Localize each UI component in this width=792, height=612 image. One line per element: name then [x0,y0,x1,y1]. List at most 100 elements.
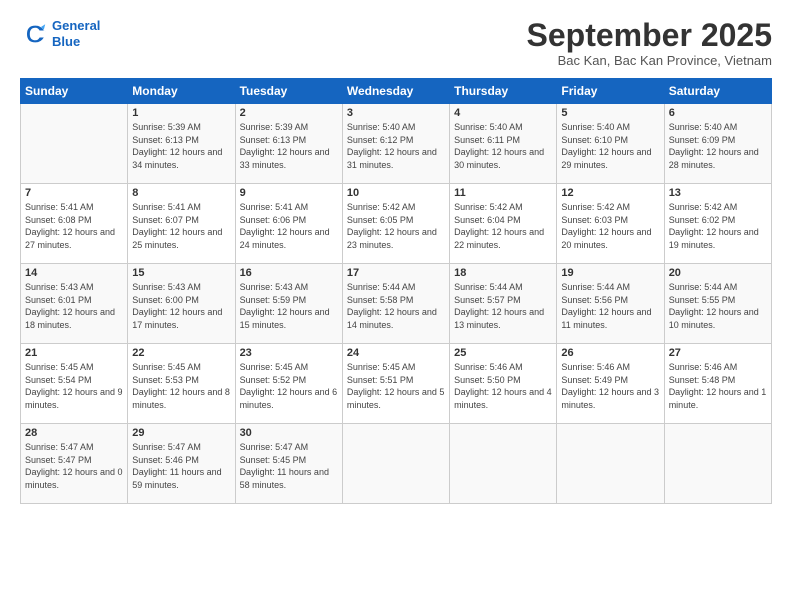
day-cell: 20Sunrise: 5:44 AM Sunset: 5:55 PM Dayli… [664,264,771,344]
col-monday: Monday [128,79,235,104]
day-cell: 6Sunrise: 5:40 AM Sunset: 6:09 PM Daylig… [664,104,771,184]
location: Bac Kan, Bac Kan Province, Vietnam [527,53,772,68]
day-number: 6 [669,107,767,119]
day-cell: 8 Sunrise: 5:41 AM Sunset: 6:07 PM Daylig… [128,184,235,264]
day-info: Sunrise: 5:39 AM Sunset: 6:13 PM Dayligh… [132,121,230,171]
day-number: 12 [561,187,659,199]
header-row: Sunday Monday Tuesday Wednesday Thursday… [21,79,772,104]
day-info: Sunrise: 5:41 AM Sunset: 6:08 PM Dayligh… [25,201,123,251]
title-block: September 2025 Bac Kan, Bac Kan Province… [527,18,772,68]
day-info: Sunrise: 5:45 AM Sunset: 5:51 PM Dayligh… [347,361,445,411]
day-info: Sunrise: 5:39 AM Sunset: 6:13 PM Dayligh… [240,121,338,171]
day-cell: 15 Sunrise: 5:43 AM Sunset: 6:00 PM Dayli… [128,264,235,344]
day-info: Sunrise: 5:42 AM Sunset: 6:05 PM Dayligh… [347,201,445,251]
day-info: Sunrise: 5:42 AM Sunset: 6:04 PM Dayligh… [454,201,552,251]
day-number: 3 [347,107,445,119]
day-info: Sunrise: 5:40 AM Sunset: 6:10 PM Dayligh… [561,121,659,171]
day-info: Sunrise: 5:45 AM Sunset: 5:54 PM Dayligh… [25,361,123,411]
day-cell: 7 Sunrise: 5:41 AM Sunset: 6:08 PM Daylig… [21,184,128,264]
day-info: Sunrise: 5:40 AM Sunset: 6:12 PM Dayligh… [347,121,445,171]
calendar-page: General Blue September 2025 Bac Kan, Bac… [0,0,792,612]
day-number: 22 [132,347,230,359]
day-number: 5 [561,107,659,119]
day-number: 10 [347,187,445,199]
day-number: 25 [454,347,552,359]
col-friday: Friday [557,79,664,104]
week-row-3: 14Sunrise: 5:43 AM Sunset: 6:01 PM Dayli… [21,264,772,344]
day-cell: 24 Sunrise: 5:45 AM Sunset: 5:51 PM Dayli… [342,344,449,424]
day-info: Sunrise: 5:46 AM Sunset: 5:49 PM Dayligh… [561,361,659,411]
day-info: Sunrise: 5:44 AM Sunset: 5:56 PM Dayligh… [561,281,659,331]
day-cell: 3 Sunrise: 5:40 AM Sunset: 6:12 PM Daylig… [342,104,449,184]
day-number: 24 [347,347,445,359]
day-number: 4 [454,107,552,119]
day-cell: 18 Sunrise: 5:44 AM Sunset: 5:57 PM Dayli… [450,264,557,344]
day-number: 2 [240,107,338,119]
day-number: 18 [454,267,552,279]
day-info: Sunrise: 5:44 AM Sunset: 5:55 PM Dayligh… [669,281,767,331]
day-cell [450,424,557,504]
day-info: Sunrise: 5:47 AM Sunset: 5:46 PM Dayligh… [132,441,230,491]
day-cell: 1 Sunrise: 5:39 AM Sunset: 6:13 PM Daylig… [128,104,235,184]
logo-text: General Blue [52,18,100,49]
day-info: Sunrise: 5:43 AM Sunset: 6:00 PM Dayligh… [132,281,230,331]
day-number: 21 [25,347,123,359]
week-row-4: 21 Sunrise: 5:45 AM Sunset: 5:54 PM Dayli… [21,344,772,424]
day-cell: 10 Sunrise: 5:42 AM Sunset: 6:05 PM Dayli… [342,184,449,264]
day-number: 23 [240,347,338,359]
day-number: 14 [25,267,123,279]
day-info: Sunrise: 5:44 AM Sunset: 5:57 PM Dayligh… [454,281,552,331]
day-number: 7 [25,187,123,199]
day-cell: 22 Sunrise: 5:45 AM Sunset: 5:53 PM Dayli… [128,344,235,424]
day-number: 27 [669,347,767,359]
day-cell [342,424,449,504]
day-number: 26 [561,347,659,359]
day-cell: 29 Sunrise: 5:47 AM Sunset: 5:46 PM Dayli… [128,424,235,504]
day-info: Sunrise: 5:42 AM Sunset: 6:03 PM Dayligh… [561,201,659,251]
day-info: Sunrise: 5:45 AM Sunset: 5:53 PM Dayligh… [132,361,230,411]
day-number: 17 [347,267,445,279]
day-info: Sunrise: 5:41 AM Sunset: 6:06 PM Dayligh… [240,201,338,251]
day-info: Sunrise: 5:47 AM Sunset: 5:45 PM Dayligh… [240,441,338,491]
day-cell: 21 Sunrise: 5:45 AM Sunset: 5:54 PM Dayli… [21,344,128,424]
col-sunday: Sunday [21,79,128,104]
col-thursday: Thursday [450,79,557,104]
week-row-2: 7 Sunrise: 5:41 AM Sunset: 6:08 PM Daylig… [21,184,772,264]
day-number: 19 [561,267,659,279]
day-number: 8 [132,187,230,199]
day-number: 15 [132,267,230,279]
day-info: Sunrise: 5:40 AM Sunset: 6:11 PM Dayligh… [454,121,552,171]
header: General Blue September 2025 Bac Kan, Bac… [20,18,772,68]
month-title: September 2025 [527,18,772,53]
day-cell: 13 Sunrise: 5:42 AM Sunset: 6:02 PM Dayli… [664,184,771,264]
day-info: Sunrise: 5:41 AM Sunset: 6:07 PM Dayligh… [132,201,230,251]
day-cell: 16Sunrise: 5:43 AM Sunset: 5:59 PM Dayli… [235,264,342,344]
day-cell: 25 Sunrise: 5:46 AM Sunset: 5:50 PM Dayli… [450,344,557,424]
logo-icon [20,20,48,48]
day-info: Sunrise: 5:44 AM Sunset: 5:58 PM Dayligh… [347,281,445,331]
day-info: Sunrise: 5:46 AM Sunset: 5:50 PM Dayligh… [454,361,552,411]
logo: General Blue [20,18,100,49]
day-cell: 5 Sunrise: 5:40 AM Sunset: 6:10 PM Daylig… [557,104,664,184]
day-cell: 4 Sunrise: 5:40 AM Sunset: 6:11 PM Daylig… [450,104,557,184]
day-cell: 2 Sunrise: 5:39 AM Sunset: 6:13 PM Daylig… [235,104,342,184]
week-row-5: 28 Sunrise: 5:47 AM Sunset: 5:47 PM Dayli… [21,424,772,504]
day-number: 13 [669,187,767,199]
day-number: 29 [132,427,230,439]
day-cell: 28 Sunrise: 5:47 AM Sunset: 5:47 PM Dayli… [21,424,128,504]
day-cell: 9 Sunrise: 5:41 AM Sunset: 6:06 PM Daylig… [235,184,342,264]
col-saturday: Saturday [664,79,771,104]
day-info: Sunrise: 5:47 AM Sunset: 5:47 PM Dayligh… [25,441,123,491]
day-info: Sunrise: 5:46 AM Sunset: 5:48 PM Dayligh… [669,361,767,411]
day-cell: 11Sunrise: 5:42 AM Sunset: 6:04 PM Dayli… [450,184,557,264]
day-info: Sunrise: 5:42 AM Sunset: 6:02 PM Dayligh… [669,201,767,251]
day-cell [557,424,664,504]
calendar-table: Sunday Monday Tuesday Wednesday Thursday… [20,78,772,504]
day-number: 1 [132,107,230,119]
day-number: 30 [240,427,338,439]
col-wednesday: Wednesday [342,79,449,104]
day-info: Sunrise: 5:43 AM Sunset: 5:59 PM Dayligh… [240,281,338,331]
day-number: 28 [25,427,123,439]
day-number: 9 [240,187,338,199]
day-cell: 19 Sunrise: 5:44 AM Sunset: 5:56 PM Dayli… [557,264,664,344]
